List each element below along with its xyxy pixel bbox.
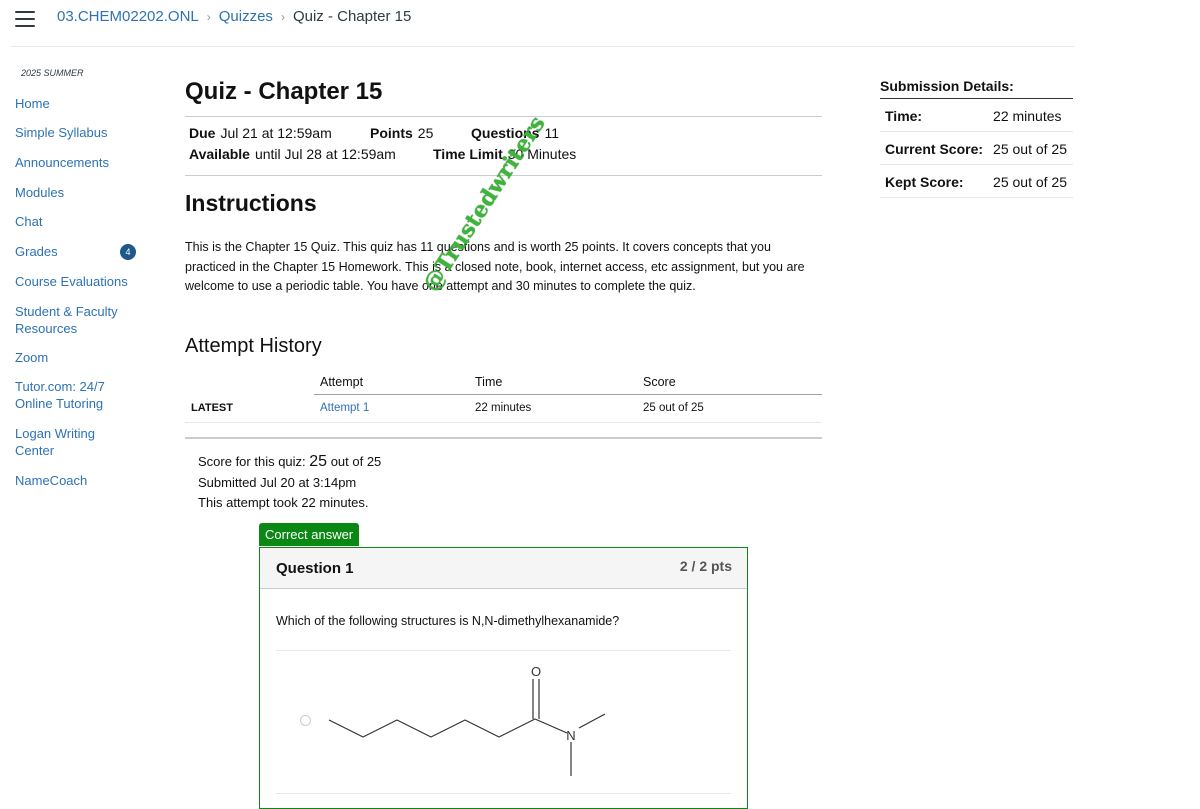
atom-oxygen: O: [531, 666, 541, 679]
submission-time-label: Time:: [880, 98, 989, 132]
chevron-right-icon: ›: [280, 9, 285, 24]
sidebar-item-simple-syllabus[interactable]: Simple Syllabus: [15, 124, 108, 141]
sidebar-item-logan-writing-center[interactable]: Logan Writing Center: [15, 425, 105, 459]
due-info: Due Jul 21 at 12:59am: [189, 125, 332, 141]
molecule-bonds: [328, 679, 606, 776]
table-row: LATEST Attempt 1 22 minutes 25 out of 25: [185, 394, 822, 423]
breadcrumb-course-link[interactable]: 03.CHEM02202.ONL: [57, 8, 199, 25]
sidebar-item-course-evaluations[interactable]: Course Evaluations: [15, 273, 128, 290]
question-points: 2 / 2 pts: [679, 558, 732, 574]
instructions-text: This is the Chapter 15 Quiz. This quiz h…: [185, 240, 805, 293]
molecule-structure: O N: [328, 666, 606, 776]
sidebar-item-grades-row: Grades 4: [15, 243, 145, 260]
section-divider: [185, 437, 822, 439]
kept-score-value: 25 out of 25: [988, 164, 1073, 198]
breadcrumb: 03.CHEM02202.ONL › Quizzes › Quiz - Chap…: [57, 8, 411, 25]
available-info: Available until Jul 28 at 12:59am: [189, 146, 396, 162]
sidebar-item-student-faculty-resources[interactable]: Student & Faculty Resources: [15, 303, 130, 337]
quiz-score-value: 25: [309, 453, 328, 470]
sidebar-item-home[interactable]: Home: [15, 95, 50, 112]
sidebar-item-zoom[interactable]: Zoom: [15, 349, 48, 366]
question-divider: [276, 650, 731, 651]
latest-label: LATEST: [185, 394, 314, 423]
table-row: Kept Score: 25 out of 25: [880, 164, 1073, 198]
correct-answer-tag: Correct answer: [259, 523, 360, 546]
table-row: Current Score: 25 out of 25: [880, 131, 1073, 165]
submitted-line: Submitted Jul 20 at 3:14pm: [198, 474, 357, 490]
column-header-time: Time: [469, 372, 637, 395]
submission-time-value: 22 minutes: [988, 98, 1073, 132]
points-info: Points 25: [370, 125, 434, 141]
sidebar-item-announcements[interactable]: Announcements: [15, 154, 109, 171]
question-text: Which of the following structures is N,N…: [276, 614, 620, 628]
chevron-right-icon: ›: [206, 9, 211, 24]
attempt-history-table: Attempt Time Score LATEST Attempt 1 22 m…: [185, 372, 822, 423]
atom-nitrogen: N: [566, 728, 575, 743]
term-label: 2025 SUMMER: [21, 68, 84, 78]
current-score-label: Current Score:: [880, 131, 989, 165]
table-row: Time: 22 minutes: [880, 98, 1073, 132]
question-title: Question 1: [276, 560, 354, 577]
sidebar-item-namecoach[interactable]: NameCoach: [15, 472, 87, 489]
page-title: Quiz - Chapter 15: [185, 78, 383, 105]
submission-details-title: Submission Details:: [880, 78, 1014, 94]
quiz-score-line: Score for this quiz: 25 out of 25: [198, 453, 382, 470]
grades-count-badge: 4: [120, 244, 136, 260]
current-score-value: 25 out of 25: [988, 131, 1073, 165]
breadcrumb-current: Quiz - Chapter 15: [292, 8, 412, 25]
sidebar-item-tutor[interactable]: Tutor.com: 24/7 Online Tutoring: [15, 378, 115, 412]
question-header: Question 1 2 / 2 pts: [260, 548, 747, 589]
instructions-heading: Instructions: [185, 190, 317, 216]
attempt-time: 22 minutes: [469, 394, 637, 423]
menu-hamburger-icon[interactable]: [15, 11, 35, 27]
breadcrumb-quizzes-link[interactable]: Quizzes: [219, 8, 273, 25]
sidebar-item-chat[interactable]: Chat: [15, 213, 42, 230]
column-header-attempt: Attempt: [314, 372, 469, 395]
score-summary: Score for this quiz: 25 out of 25 Submit…: [198, 452, 381, 514]
submission-details-table: Time: 22 minutes Current Score: 25 out o…: [880, 98, 1073, 198]
sidebar-item-modules[interactable]: Modules: [15, 184, 64, 201]
answer-radio[interactable]: [300, 715, 311, 726]
header-divider: [11, 46, 1074, 47]
attempt-history-heading: Attempt History: [185, 335, 322, 357]
attempt-score: 25 out of 25: [637, 394, 822, 423]
duration-line: This attempt took 22 minutes.: [198, 495, 369, 510]
question-card: Question 1 2 / 2 pts Which of the follow…: [259, 547, 748, 809]
kept-score-label: Kept Score:: [880, 164, 989, 198]
attempt-1-link[interactable]: Attempt 1: [320, 402, 369, 414]
column-header-score: Score: [637, 372, 822, 395]
